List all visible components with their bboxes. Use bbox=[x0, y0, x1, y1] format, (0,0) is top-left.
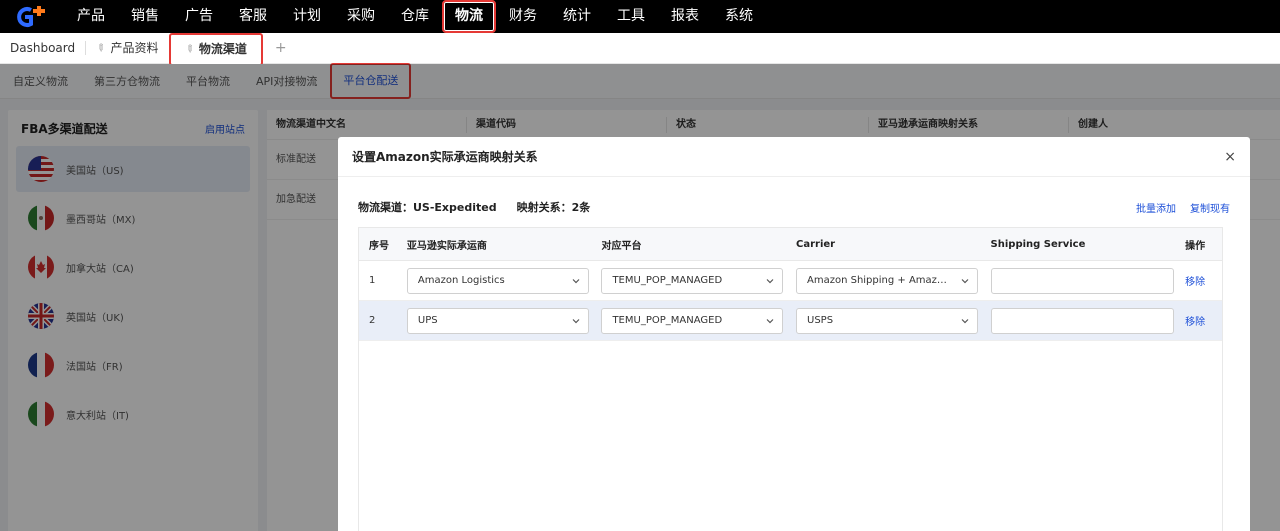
mapping-table: 序号 亚马逊实际承运商 对应平台 Carrier Shipping Servic… bbox=[358, 227, 1223, 531]
nav-item-purchase[interactable]: 采购 bbox=[334, 0, 388, 33]
amazon-carrier-select[interactable]: Amazon Logistics bbox=[406, 267, 589, 294]
dialog-header: 设置Amazon实际承运商映射关系 × bbox=[338, 137, 1250, 177]
nav-item-system[interactable]: 系统 bbox=[712, 0, 766, 33]
amazon-carrier-value: UPS bbox=[417, 315, 438, 326]
platform-select[interactable]: TEMU_POP_MANAGED bbox=[601, 267, 784, 294]
nav-item-sales[interactable]: 销售 bbox=[118, 0, 172, 33]
tab-logistics-channel[interactable]: ✎ 物流渠道 bbox=[168, 32, 263, 66]
shipping-service-input[interactable] bbox=[990, 307, 1174, 334]
mapping-table-header: 序号 亚马逊实际承运商 对应平台 Carrier Shipping Servic… bbox=[359, 228, 1222, 261]
row-index: 1 bbox=[369, 275, 376, 286]
nav-item-product[interactable]: 产品 bbox=[64, 0, 118, 33]
tab-logistics-channel-label: 物流渠道 bbox=[198, 41, 247, 56]
platform-value: TEMU_POP_MANAGED bbox=[612, 315, 723, 326]
col-shipping-service: Shipping Service bbox=[990, 238, 1086, 250]
tab-dashboard[interactable]: Dashboard bbox=[0, 33, 85, 64]
nav-item-service[interactable]: 客服 bbox=[226, 0, 280, 33]
tab-dashboard-label: Dashboard bbox=[10, 40, 76, 55]
col-operation: 操作 bbox=[1185, 240, 1206, 252]
table-row: 2 UPS TEMU_POP_MANAGED USPS 移除 bbox=[359, 301, 1222, 341]
col-carrier: Carrier bbox=[796, 238, 836, 250]
page-tabs: Dashboard ✎ 产品资料 ✎ 物流渠道 + bbox=[0, 32, 1280, 66]
tab-product-label: 产品资料 bbox=[110, 40, 159, 55]
amazon-carrier-select[interactable]: UPS bbox=[406, 307, 589, 334]
channel-info: 物流渠道：US-Expedited bbox=[358, 201, 497, 214]
carrier-mapping-dialog: 设置Amazon实际承运商映射关系 × 物流渠道：US-Expedited 映射… bbox=[338, 137, 1250, 531]
nav-item-finance[interactable]: 财务 bbox=[496, 0, 550, 33]
table-row: 1 Amazon Logistics TEMU_POP_MANAGED Amaz… bbox=[359, 261, 1222, 301]
dialog-actions: 批量添加 复制现有 bbox=[1136, 200, 1230, 215]
nav-item-ads[interactable]: 广告 bbox=[172, 0, 226, 33]
col-platform: 对应平台 bbox=[601, 240, 642, 252]
dialog-info: 物流渠道：US-Expedited 映射关系：2条 bbox=[358, 199, 590, 215]
nav-item-tools[interactable]: 工具 bbox=[604, 0, 658, 33]
col-index: 序号 bbox=[369, 240, 389, 252]
add-tab-icon[interactable]: + bbox=[263, 40, 299, 56]
nav-item-logistics[interactable]: 物流 bbox=[442, 0, 496, 33]
chevron-down-icon bbox=[767, 278, 774, 283]
tab-product[interactable]: ✎ 产品资料 bbox=[86, 33, 168, 64]
carrier-value: USPS bbox=[807, 315, 834, 326]
nav-item-plan[interactable]: 计划 bbox=[280, 0, 334, 33]
close-icon[interactable]: × bbox=[1224, 149, 1236, 165]
amazon-carrier-value: Amazon Logistics bbox=[417, 275, 505, 286]
carrier-value: Amazon Shipping + Amazon ... bbox=[807, 275, 952, 286]
chevron-down-icon bbox=[961, 318, 969, 323]
platform-value: TEMU_POP_MANAGED bbox=[612, 275, 723, 286]
nav-item-reports[interactable]: 报表 bbox=[658, 0, 712, 33]
row-index: 2 bbox=[369, 315, 376, 326]
carrier-select[interactable]: USPS bbox=[796, 307, 978, 334]
batch-add-link[interactable]: 批量添加 bbox=[1136, 200, 1176, 215]
platform-select[interactable]: TEMU_POP_MANAGED bbox=[601, 307, 784, 334]
top-nav: 产品 销售 广告 客服 计划 采购 仓库 物流 财务 统计 工具 报表 系统 bbox=[0, 0, 1280, 33]
remove-link[interactable]: 移除 bbox=[1185, 317, 1205, 328]
chevron-down-icon bbox=[572, 278, 580, 283]
col-amazon-carrier: 亚马逊实际承运商 bbox=[406, 240, 487, 252]
copy-existing-link[interactable]: 复制现有 bbox=[1190, 200, 1230, 215]
logo-icon[interactable] bbox=[10, 0, 50, 33]
carrier-select[interactable]: Amazon Shipping + Amazon ... bbox=[796, 267, 978, 294]
chevron-down-icon bbox=[961, 278, 969, 283]
dialog-title: 设置Amazon实际承运商映射关系 bbox=[352, 150, 538, 164]
chevron-down-icon bbox=[572, 318, 580, 323]
nav-item-stats[interactable]: 统计 bbox=[550, 0, 604, 33]
shipping-service-input[interactable] bbox=[990, 267, 1174, 294]
nav-item-warehouse[interactable]: 仓库 bbox=[388, 0, 442, 33]
mapping-count: 映射关系：2条 bbox=[516, 201, 591, 214]
chevron-down-icon bbox=[767, 318, 774, 323]
remove-link[interactable]: 移除 bbox=[1185, 277, 1205, 288]
